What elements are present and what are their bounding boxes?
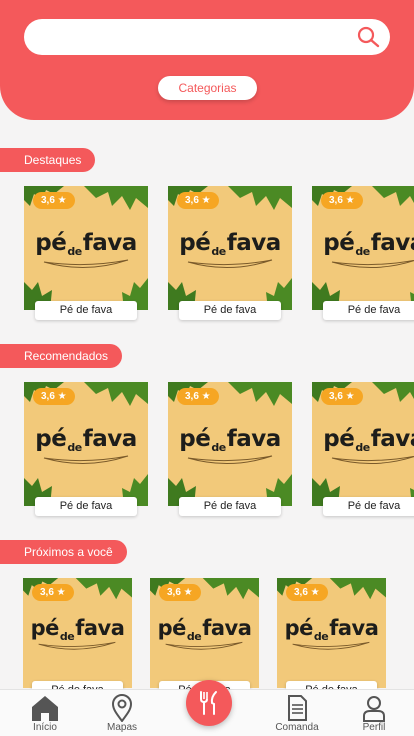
app-header: Categorias	[0, 0, 414, 120]
restaurant-name: Pé de fava	[179, 497, 281, 516]
restaurant-logo: pédefava	[323, 230, 414, 258]
nav-label-comanda: Comanda	[275, 722, 319, 733]
rating-badge: 3,6 ★	[32, 584, 74, 601]
restaurant-image: 3,6 ★ pédefava	[24, 186, 148, 310]
section-row-proximos: 3,6 ★ pédefava Pé de fava 3,6 ★ pédefava…	[0, 578, 414, 689]
restaurant-logo: pédefava	[179, 230, 281, 258]
section-title-proximos: Próximos a você	[0, 540, 127, 564]
restaurant-logo: pédefava	[157, 616, 252, 643]
search-input[interactable]	[38, 19, 348, 55]
nav-label-perfil: Perfil	[362, 722, 386, 733]
fork-knife-icon	[200, 691, 217, 715]
bean-swoosh-icon	[165, 641, 243, 650]
nav-item-mapas[interactable]: Mapas	[92, 690, 152, 736]
restaurant-name: Pé de fava	[35, 497, 137, 516]
user-icon	[363, 696, 385, 722]
restaurant-logo: pédefava	[35, 426, 137, 454]
nav-item-perfil[interactable]: Perfil	[344, 690, 404, 736]
restaurant-logo: pédefava	[179, 426, 281, 454]
restaurant-fab-button[interactable]	[186, 680, 232, 726]
rating-badge: 3,6 ★	[177, 388, 219, 405]
rating-badge: 3,6 ★	[33, 192, 75, 209]
section-title-destaques: Destaques	[0, 148, 96, 172]
categories-button[interactable]: Categorias	[158, 76, 257, 100]
rating-badge: 3,6 ★	[321, 192, 363, 209]
nav-label-inicio: Início	[33, 722, 57, 733]
search-bar[interactable]	[24, 19, 390, 55]
restaurant-card[interactable]: 3,6 ★ pédefava Pé de fava	[277, 578, 386, 689]
bean-swoosh-icon	[331, 259, 414, 268]
restaurant-card[interactable]: 3,6 ★ pédefava Pé de fava	[168, 186, 292, 320]
home-icon	[32, 696, 58, 721]
restaurant-name: Pé de fava	[32, 681, 123, 689]
restaurant-card[interactable]: 3,6 ★ pédefava Pé de fava	[312, 186, 414, 320]
bean-swoosh-icon	[331, 455, 414, 464]
section-row-destaques: 3,6 ★ pédefava Pé de fava 3,6 ★ pédefava…	[0, 186, 414, 326]
section-row-recomendados: 3,6 ★ pédefava Pé de fava 3,6 ★ pédefava…	[0, 382, 414, 522]
restaurant-card[interactable]: 3,6 ★ pédefava Pé de fava	[24, 382, 148, 516]
restaurant-card[interactable]: 3,6 ★ pédefava Pé de fava	[168, 382, 292, 516]
restaurant-image: 3,6 ★ pédefava	[24, 382, 148, 506]
restaurant-logo: pédefava	[284, 616, 379, 643]
nav-item-comanda[interactable]: Comanda	[267, 690, 327, 736]
bean-swoosh-icon	[43, 259, 129, 268]
restaurant-name: Pé de fava	[35, 301, 137, 320]
bean-swoosh-icon	[38, 641, 116, 650]
nav-item-inicio[interactable]: Início	[15, 690, 75, 736]
restaurant-name: Pé de fava	[286, 681, 377, 689]
nav-label-mapas: Mapas	[106, 722, 137, 733]
rating-badge: 3,6 ★	[286, 584, 328, 601]
restaurant-card[interactable]: 3,6 ★ pédefava Pé de fava	[312, 382, 414, 516]
restaurant-card[interactable]: 3,6 ★ pédefava Pé de fava	[24, 186, 148, 320]
rating-badge: 3,6 ★	[321, 388, 363, 405]
restaurant-name: Pé de fava	[323, 301, 414, 320]
restaurant-card[interactable]: 3,6 ★ pédefava Pé de fava	[150, 578, 259, 689]
bean-swoosh-icon	[187, 259, 273, 268]
restaurant-card[interactable]: 3,6 ★ pédefava Pé de fava	[23, 578, 132, 689]
rating-badge: 3,6 ★	[33, 388, 75, 405]
search-icon[interactable]	[356, 26, 380, 48]
bean-swoosh-icon	[292, 641, 370, 650]
restaurant-image: 3,6 ★ pédefava	[168, 382, 292, 506]
restaurant-image: 3,6 ★ pédefava	[150, 578, 259, 688]
document-icon	[288, 695, 307, 721]
restaurant-image: 3,6 ★ pédefava	[168, 186, 292, 310]
map-pin-icon	[111, 694, 133, 722]
rating-badge: 3,6 ★	[177, 192, 219, 209]
bean-swoosh-icon	[43, 455, 129, 464]
restaurant-logo: pédefava	[30, 616, 125, 643]
restaurant-logo: pédefava	[35, 230, 137, 258]
restaurant-name: Pé de fava	[323, 497, 414, 516]
section-title-recomendados: Recomendados	[0, 344, 123, 368]
rating-badge: 3,6 ★	[159, 584, 201, 601]
restaurant-name: Pé de fava	[179, 301, 281, 320]
restaurant-image: 3,6 ★ pédefava	[277, 578, 386, 688]
restaurant-image: 3,6 ★ pédefava	[23, 578, 132, 688]
restaurant-logo: pédefava	[323, 426, 414, 454]
restaurant-image: 3,6 ★ pédefava	[312, 382, 414, 506]
restaurant-image: 3,6 ★ pédefava	[312, 186, 414, 310]
bean-swoosh-icon	[187, 455, 273, 464]
